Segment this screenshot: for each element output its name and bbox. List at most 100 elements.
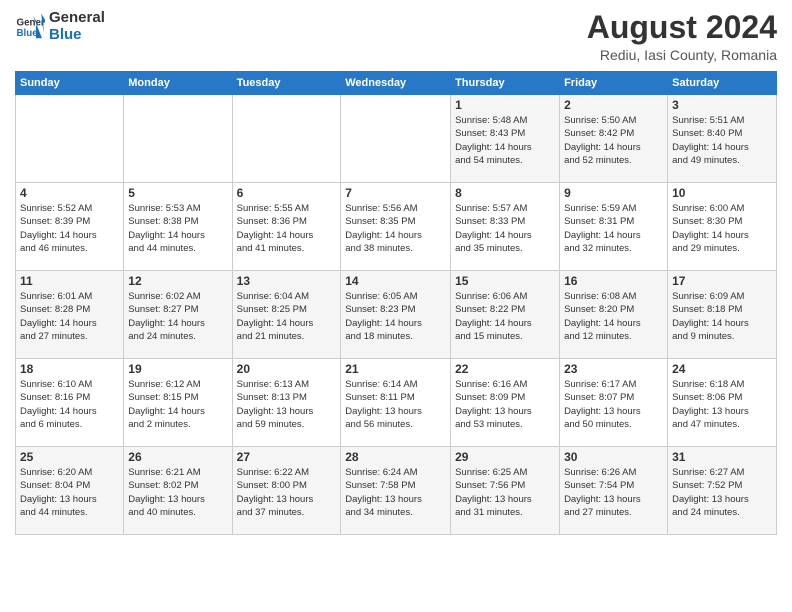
logo-blue: Blue	[49, 27, 105, 44]
day-number: 3	[672, 98, 772, 112]
day-info: Sunrise: 5:51 AM Sunset: 8:40 PM Dayligh…	[672, 114, 772, 167]
calendar-cell: 30Sunrise: 6:26 AM Sunset: 7:54 PM Dayli…	[560, 447, 668, 535]
day-number: 25	[20, 450, 119, 464]
day-info: Sunrise: 6:25 AM Sunset: 7:56 PM Dayligh…	[455, 466, 555, 519]
day-number: 31	[672, 450, 772, 464]
day-info: Sunrise: 6:01 AM Sunset: 8:28 PM Dayligh…	[20, 290, 119, 343]
day-number: 26	[128, 450, 227, 464]
day-number: 1	[455, 98, 555, 112]
day-info: Sunrise: 5:57 AM Sunset: 8:33 PM Dayligh…	[455, 202, 555, 255]
day-number: 22	[455, 362, 555, 376]
day-number: 24	[672, 362, 772, 376]
day-info: Sunrise: 5:56 AM Sunset: 8:35 PM Dayligh…	[345, 202, 446, 255]
day-number: 16	[564, 274, 663, 288]
calendar-cell: 9 Sunrise: 5:59 AM Sunset: 8:31 PM Daylig…	[560, 183, 668, 271]
day-number: 11	[20, 274, 119, 288]
logo: General Blue General Blue	[15, 10, 105, 43]
calendar-cell: 3 Sunrise: 5:51 AM Sunset: 8:40 PM Daylig…	[668, 95, 777, 183]
day-info: Sunrise: 6:05 AM Sunset: 8:23 PM Dayligh…	[345, 290, 446, 343]
col-friday: Friday	[560, 72, 668, 95]
day-info: Sunrise: 6:27 AM Sunset: 7:52 PM Dayligh…	[672, 466, 772, 519]
day-info: Sunrise: 6:02 AM Sunset: 8:27 PM Dayligh…	[128, 290, 227, 343]
week-row-4: 18 Sunrise: 6:10 AM Sunset: 8:16 PM Dayli…	[16, 359, 777, 447]
calendar-cell: 21Sunrise: 6:14 AM Sunset: 8:11 PM Dayli…	[341, 359, 451, 447]
week-row-2: 4 Sunrise: 5:52 AM Sunset: 8:39 PM Daylig…	[16, 183, 777, 271]
day-info: Sunrise: 5:59 AM Sunset: 8:31 PM Dayligh…	[564, 202, 663, 255]
calendar-cell: 1 Sunrise: 5:48 AM Sunset: 8:43 PM Daylig…	[451, 95, 560, 183]
day-info: Sunrise: 5:53 AM Sunset: 8:38 PM Dayligh…	[128, 202, 227, 255]
day-number: 6	[237, 186, 337, 200]
page: General Blue General Blue August 2024 Re…	[0, 0, 792, 612]
day-number: 4	[20, 186, 119, 200]
calendar-cell: 28Sunrise: 6:24 AM Sunset: 7:58 PM Dayli…	[341, 447, 451, 535]
day-number: 14	[345, 274, 446, 288]
calendar-cell: 26 Sunrise: 6:21 AM Sunset: 8:02 PM Dayli…	[124, 447, 232, 535]
day-info: Sunrise: 5:52 AM Sunset: 8:39 PM Dayligh…	[20, 202, 119, 255]
col-sunday: Sunday	[16, 72, 124, 95]
day-number: 17	[672, 274, 772, 288]
logo-text-block: General Blue	[49, 10, 105, 43]
header: General Blue General Blue August 2024 Re…	[15, 10, 777, 63]
col-thursday: Thursday	[451, 72, 560, 95]
calendar-cell: 7 Sunrise: 5:56 AM Sunset: 8:35 PM Daylig…	[341, 183, 451, 271]
day-info: Sunrise: 6:09 AM Sunset: 8:18 PM Dayligh…	[672, 290, 772, 343]
day-number: 18	[20, 362, 119, 376]
day-number: 28	[345, 450, 446, 464]
calendar-cell: 23 Sunrise: 6:17 AM Sunset: 8:07 PM Dayli…	[560, 359, 668, 447]
calendar-cell	[124, 95, 232, 183]
day-info: Sunrise: 6:21 AM Sunset: 8:02 PM Dayligh…	[128, 466, 227, 519]
calendar-cell: 24 Sunrise: 6:18 AM Sunset: 8:06 PM Dayli…	[668, 359, 777, 447]
day-number: 13	[237, 274, 337, 288]
calendar-cell: 16 Sunrise: 6:08 AM Sunset: 8:20 PM Dayli…	[560, 271, 668, 359]
day-info: Sunrise: 6:12 AM Sunset: 8:15 PM Dayligh…	[128, 378, 227, 431]
day-number: 12	[128, 274, 227, 288]
logo-general: General	[49, 10, 105, 27]
calendar-cell: 8Sunrise: 5:57 AM Sunset: 8:33 PM Daylig…	[451, 183, 560, 271]
calendar-cell	[341, 95, 451, 183]
week-row-5: 25Sunrise: 6:20 AM Sunset: 8:04 PM Dayli…	[16, 447, 777, 535]
day-number: 23	[564, 362, 663, 376]
calendar-cell: 19 Sunrise: 6:12 AM Sunset: 8:15 PM Dayli…	[124, 359, 232, 447]
week-row-1: 1 Sunrise: 5:48 AM Sunset: 8:43 PM Daylig…	[16, 95, 777, 183]
location-subtitle: Rediu, Iasi County, Romania	[587, 47, 777, 63]
day-info: Sunrise: 6:16 AM Sunset: 8:09 PM Dayligh…	[455, 378, 555, 431]
calendar-cell: 17 Sunrise: 6:09 AM Sunset: 8:18 PM Dayli…	[668, 271, 777, 359]
calendar-cell: 18 Sunrise: 6:10 AM Sunset: 8:16 PM Dayli…	[16, 359, 124, 447]
calendar-cell: 14 Sunrise: 6:05 AM Sunset: 8:23 PM Dayli…	[341, 271, 451, 359]
day-number: 19	[128, 362, 227, 376]
day-number: 9	[564, 186, 663, 200]
col-tuesday: Tuesday	[232, 72, 341, 95]
day-info: Sunrise: 6:26 AM Sunset: 7:54 PM Dayligh…	[564, 466, 663, 519]
day-info: Sunrise: 6:10 AM Sunset: 8:16 PM Dayligh…	[20, 378, 119, 431]
calendar-cell: 10Sunrise: 6:00 AM Sunset: 8:30 PM Dayli…	[668, 183, 777, 271]
calendar-cell: 5 Sunrise: 5:53 AM Sunset: 8:38 PM Daylig…	[124, 183, 232, 271]
title-block: August 2024 Rediu, Iasi County, Romania	[587, 10, 777, 63]
calendar-cell: 6Sunrise: 5:55 AM Sunset: 8:36 PM Daylig…	[232, 183, 341, 271]
calendar-cell	[16, 95, 124, 183]
day-number: 10	[672, 186, 772, 200]
day-info: Sunrise: 5:48 AM Sunset: 8:43 PM Dayligh…	[455, 114, 555, 167]
day-number: 7	[345, 186, 446, 200]
day-number: 20	[237, 362, 337, 376]
calendar-cell: 4 Sunrise: 5:52 AM Sunset: 8:39 PM Daylig…	[16, 183, 124, 271]
calendar-cell: 20Sunrise: 6:13 AM Sunset: 8:13 PM Dayli…	[232, 359, 341, 447]
calendar-header-row: Sunday Monday Tuesday Wednesday Thursday…	[16, 72, 777, 95]
day-number: 29	[455, 450, 555, 464]
day-number: 5	[128, 186, 227, 200]
calendar-cell: 11 Sunrise: 6:01 AM Sunset: 8:28 PM Dayli…	[16, 271, 124, 359]
day-number: 27	[237, 450, 337, 464]
calendar-cell: 29 Sunrise: 6:25 AM Sunset: 7:56 PM Dayli…	[451, 447, 560, 535]
calendar-cell: 12 Sunrise: 6:02 AM Sunset: 8:27 PM Dayli…	[124, 271, 232, 359]
day-info: Sunrise: 6:06 AM Sunset: 8:22 PM Dayligh…	[455, 290, 555, 343]
day-info: Sunrise: 6:18 AM Sunset: 8:06 PM Dayligh…	[672, 378, 772, 431]
week-row-3: 11 Sunrise: 6:01 AM Sunset: 8:28 PM Dayli…	[16, 271, 777, 359]
month-year-title: August 2024	[587, 10, 777, 45]
calendar-cell: 2 Sunrise: 5:50 AM Sunset: 8:42 PM Daylig…	[560, 95, 668, 183]
day-number: 21	[345, 362, 446, 376]
calendar-cell: 27Sunrise: 6:22 AM Sunset: 8:00 PM Dayli…	[232, 447, 341, 535]
day-info: Sunrise: 6:17 AM Sunset: 8:07 PM Dayligh…	[564, 378, 663, 431]
day-info: Sunrise: 5:50 AM Sunset: 8:42 PM Dayligh…	[564, 114, 663, 167]
day-info: Sunrise: 6:08 AM Sunset: 8:20 PM Dayligh…	[564, 290, 663, 343]
day-number: 2	[564, 98, 663, 112]
calendar-table: Sunday Monday Tuesday Wednesday Thursday…	[15, 71, 777, 535]
